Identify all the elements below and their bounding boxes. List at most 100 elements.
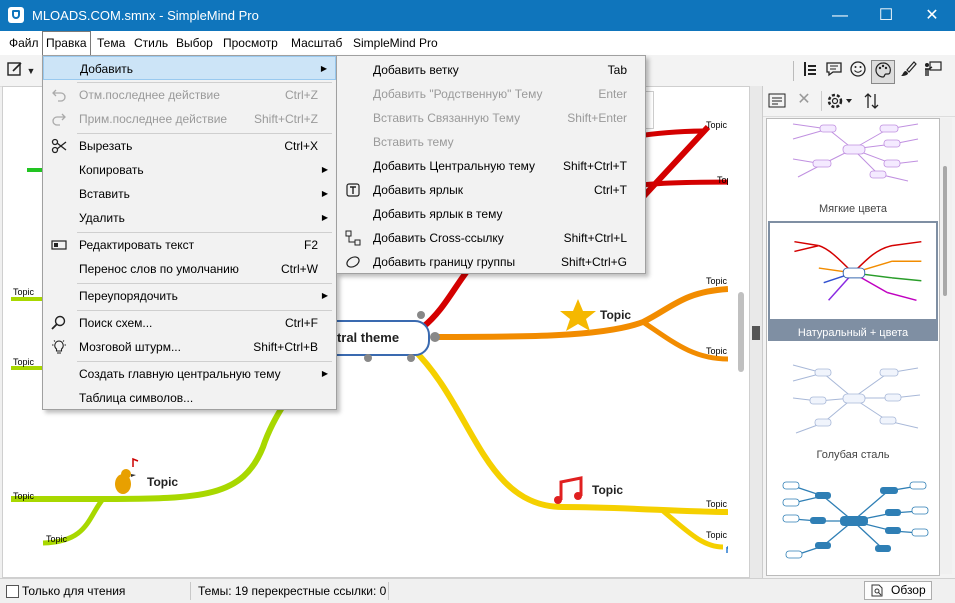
topic-label[interactable]: Topic xyxy=(592,483,623,497)
topic-label[interactable]: Topic xyxy=(706,120,727,130)
style-list-icon[interactable] xyxy=(768,92,786,110)
topic-label[interactable]: Topic xyxy=(13,491,34,501)
menu-item[interactable]: Редактировать текст F2 xyxy=(43,233,336,257)
toolbar-icon[interactable] xyxy=(799,60,821,82)
menu-item[interactable]: Отм.последнее действие Ctrl+Z xyxy=(43,83,336,107)
menu-item[interactable]: Создать главную центральную тему ▶ xyxy=(43,362,336,386)
topic-label[interactable]: Topic xyxy=(706,276,727,286)
menu-item[interactable]: Переупорядочить ▶ xyxy=(43,284,336,308)
menu-edit[interactable]: Правка xyxy=(42,31,91,56)
style-card-soft-colors[interactable]: Мягкие цвета xyxy=(768,119,938,219)
menu-file[interactable]: Файл xyxy=(6,31,42,54)
menu-item[interactable]: Удалить ▶ xyxy=(43,206,336,230)
panel-splitter[interactable] xyxy=(750,86,762,578)
menu-item[interactable]: Добавить "Родственную" Тему Enter xyxy=(337,82,645,106)
palette-icon[interactable] xyxy=(871,60,895,84)
menu-item-shortcut: Ctrl+X xyxy=(284,139,318,153)
edit-icon[interactable] xyxy=(4,60,26,82)
bottom-handle-icon[interactable] xyxy=(364,354,372,362)
style-card-blue[interactable] xyxy=(768,469,938,569)
menu-item[interactable]: Вырезать Ctrl+X xyxy=(43,134,336,158)
menu-item[interactable]: Добавить границу группы Shift+Ctrl+G xyxy=(337,250,645,274)
canvas-scrollbar[interactable] xyxy=(738,292,744,372)
menu-view[interactable]: Просмотр xyxy=(220,31,281,54)
menu-item-label: Перенос слов по умолчанию xyxy=(79,262,239,276)
collapse-arrow-icon[interactable] xyxy=(752,326,760,340)
topic-label[interactable]: Topic xyxy=(46,534,67,544)
menu-item[interactable]: Прим.последнее действие Shift+Ctrl+Z xyxy=(43,107,336,131)
readonly-label[interactable]: Только для чтения xyxy=(22,584,125,598)
brush-icon[interactable] xyxy=(897,60,919,82)
scroll-thumb[interactable] xyxy=(943,166,947,296)
style-card-natural-colors[interactable]: Натуральный + цвета xyxy=(768,221,938,341)
menu-item[interactable]: Мозговой штурм... Shift+Ctrl+B xyxy=(43,335,336,359)
topic-label[interactable]: Topic xyxy=(706,530,727,540)
menu-item-label: Добавить Cross-ссылку xyxy=(373,231,504,245)
status-bar: Только для чтения Темы: 19 перекрестные … xyxy=(0,578,955,603)
topic-label[interactable]: Topic xyxy=(600,308,631,322)
smiley-icon[interactable] xyxy=(847,60,869,82)
topic-label[interactable]: Topic xyxy=(147,475,178,489)
toolbar-separator xyxy=(793,61,794,81)
presenter-icon[interactable] xyxy=(922,60,944,82)
add-submenu: Добавить ветку Tab Добавить "Родственную" … xyxy=(336,55,646,274)
menu-item[interactable]: Поиск схем... Ctrl+F xyxy=(43,311,336,335)
close-button[interactable]: ✕ xyxy=(909,0,955,31)
rp-separator xyxy=(821,91,822,111)
topic-label[interactable]: Topic xyxy=(13,357,34,367)
menu-item-label: Удалить xyxy=(79,211,125,225)
submenu-arrow-icon: ▶ xyxy=(321,165,328,174)
menu-item-shortcut: Shift+Ctrl+Z xyxy=(253,112,318,126)
menu-item-label: Добавить Центральную тему xyxy=(373,159,536,173)
style-card-steel-blue[interactable]: Голубая сталь xyxy=(768,345,938,465)
settings-gear-icon[interactable] xyxy=(826,91,854,111)
overview-button[interactable]: Обзор xyxy=(864,581,932,600)
comment-icon[interactable] xyxy=(823,60,845,82)
submenu-arrow-icon: ▶ xyxy=(321,291,328,300)
add-handle-icon[interactable] xyxy=(430,332,440,342)
menu-item-shortcut: Ctrl+Z xyxy=(285,88,318,102)
style-list[interactable]: Мягкие цвета Натуральный + цвета Голубая… xyxy=(766,118,940,576)
menu-item[interactable]: Перенос слов по умолчанию Ctrl+W xyxy=(43,257,336,281)
menu-item[interactable]: Добавить Центральную тему Shift+Ctrl+T xyxy=(337,154,645,178)
scissors-icon xyxy=(51,138,67,154)
menu-item-label: Добавить "Родственную" Тему xyxy=(373,87,543,101)
undo-icon xyxy=(51,87,67,103)
menu-item-shortcut: Ctrl+T xyxy=(594,183,627,197)
menu-select[interactable]: Выбор xyxy=(173,31,216,54)
status-separator xyxy=(190,582,191,600)
menu-topic[interactable]: Тема xyxy=(94,31,128,54)
readonly-checkbox[interactable] xyxy=(6,585,19,598)
menu-item[interactable]: Вставить Связанную Тему Shift+Enter xyxy=(337,106,645,130)
menu-item-shortcut: F2 xyxy=(303,238,318,252)
dropdown-caret-icon[interactable]: ▼ xyxy=(24,60,38,82)
redo-icon xyxy=(51,111,67,127)
menu-style[interactable]: Стиль xyxy=(131,31,171,54)
menu-item[interactable]: Копировать ▶ xyxy=(43,158,336,182)
topic-label[interactable]: Topic xyxy=(13,287,34,297)
menu-item-label: Прим.последнее действие xyxy=(79,112,228,126)
menu-item[interactable]: Добавить Cross-ссылку Shift+Ctrl+L xyxy=(337,226,645,250)
delete-style-icon[interactable]: ✕ xyxy=(795,91,813,109)
menu-item[interactable]: Добавить ярлык в тему xyxy=(337,202,645,226)
menu-item[interactable]: Добавить ▶ xyxy=(43,56,336,80)
menu-item-label: Переупорядочить xyxy=(79,289,178,303)
topic-label[interactable]: Topic xyxy=(706,499,727,509)
menu-item[interactable]: Добавить ветку Tab xyxy=(337,58,645,82)
bottom-handle-icon-2[interactable] xyxy=(407,354,415,362)
maximize-button[interactable]: ☐ xyxy=(863,0,909,31)
menu-item[interactable]: Вставить тему xyxy=(337,130,645,154)
menu-zoom[interactable]: Масштаб xyxy=(288,31,345,54)
menu-item[interactable]: Добавить ярлык Ctrl+T xyxy=(337,178,645,202)
central-theme-label[interactable]: ntral theme xyxy=(329,330,399,345)
menu-simplemind-pro[interactable]: SimpleMind Pro xyxy=(350,31,441,54)
menu-item[interactable]: Вставить ▶ xyxy=(43,182,336,206)
title-bar: MLOADS.COM.smnx - SimpleMind Pro — ☐ ✕ xyxy=(0,0,955,31)
minimize-button[interactable]: — xyxy=(817,0,863,31)
top-handle-icon[interactable] xyxy=(417,311,425,319)
style-list-scrollbar[interactable] xyxy=(940,118,952,574)
topic-label[interactable]: Topic xyxy=(706,346,727,356)
menu-item-label: Поиск схем... xyxy=(79,316,153,330)
menu-item[interactable]: Таблица символов... xyxy=(43,386,336,410)
sort-icon[interactable] xyxy=(863,91,881,111)
